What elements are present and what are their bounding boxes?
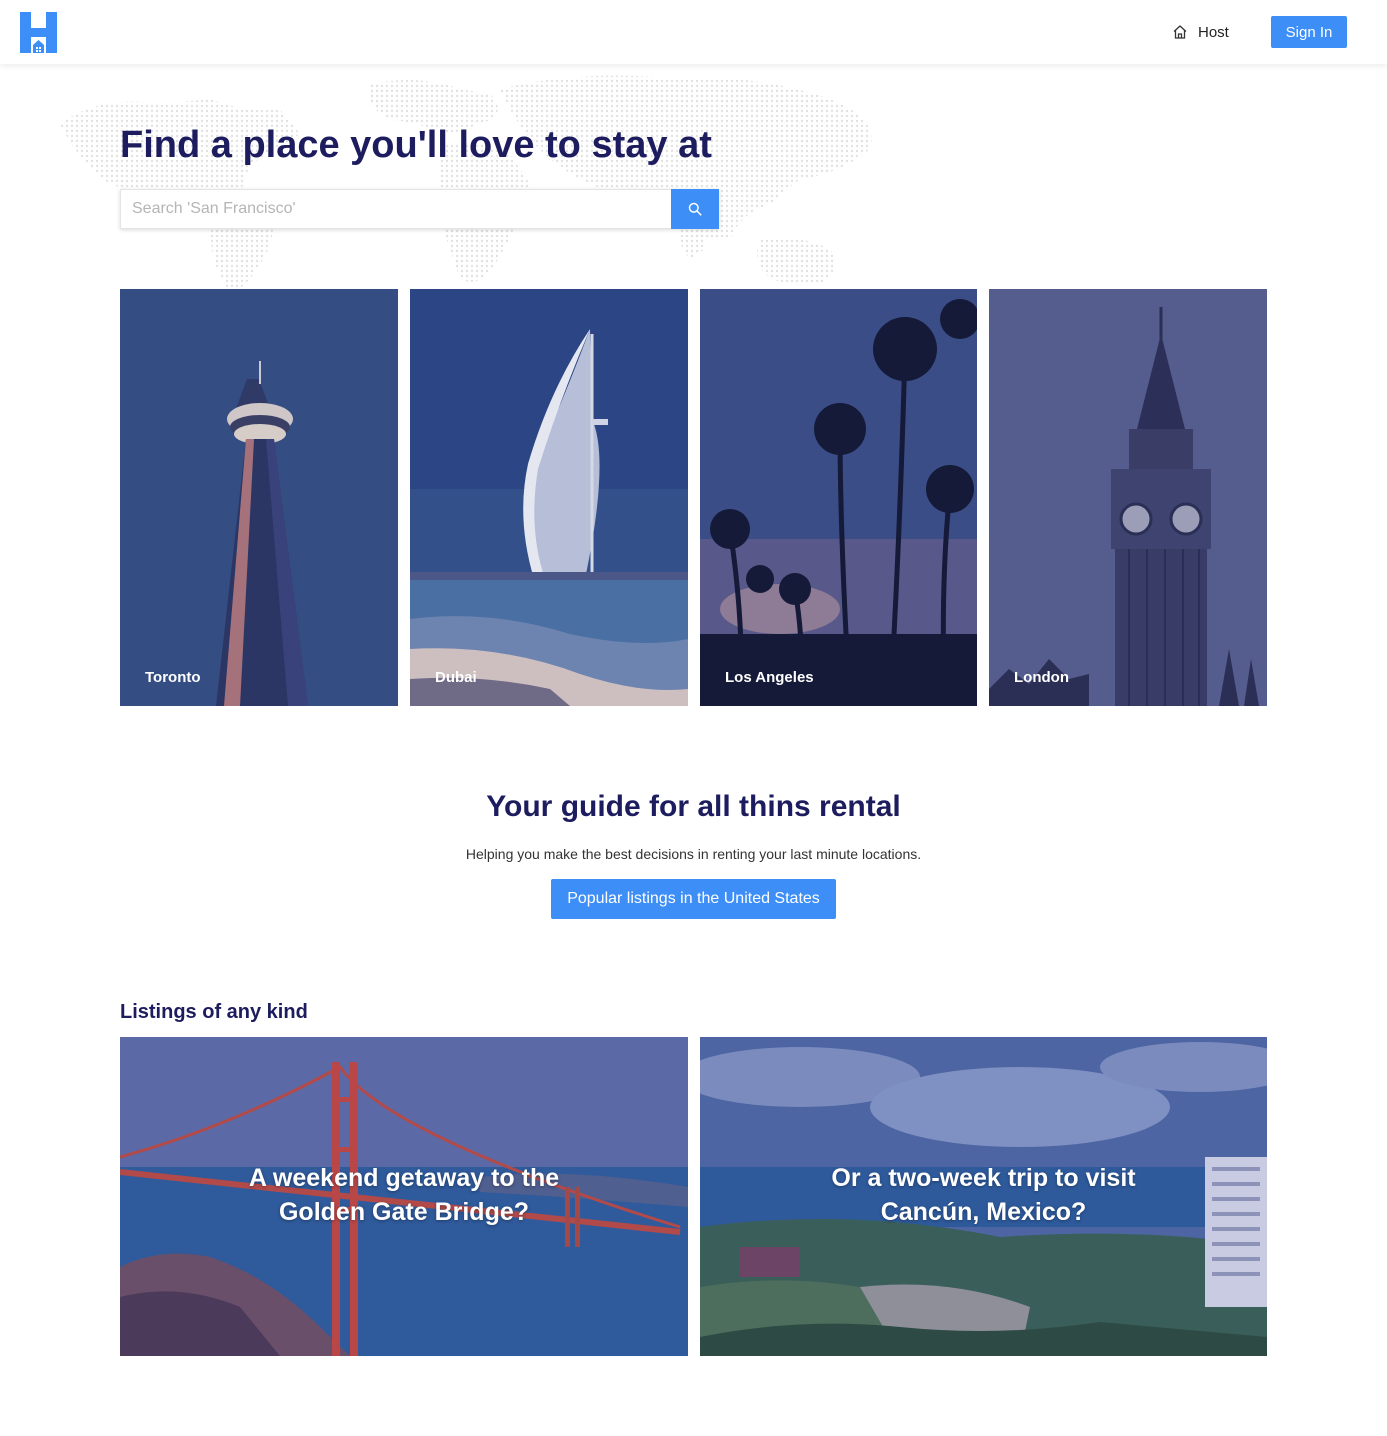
city-label: Dubai [435, 669, 477, 686]
search-bar [120, 189, 719, 229]
city-card-london[interactable]: London [989, 289, 1267, 706]
listing-caption-line: Cancún, Mexico? [880, 1198, 1087, 1226]
listing-card-cancun[interactable]: Or a two-week trip to visit Cancún, Mexi… [700, 1037, 1267, 1356]
london-image [989, 289, 1267, 706]
city-label: London [1014, 669, 1069, 686]
sign-in-button[interactable]: Sign In [1271, 16, 1347, 48]
top-nav: Host Sign In [0, 0, 1387, 64]
los-angeles-image [700, 289, 977, 706]
guide-title: Your guide for all thins rental [486, 790, 901, 823]
host-label: Host [1198, 23, 1229, 41]
city-label: Los Angeles [725, 669, 814, 686]
home-icon [1173, 25, 1187, 39]
guide-subtitle: Helping you make the best decisions in r… [465, 846, 922, 862]
logo-icon[interactable] [20, 12, 57, 53]
dubai-image [410, 289, 688, 706]
listing-caption: Or a two-week trip to visit Cancún, Mexi… [700, 1161, 1267, 1229]
search-input[interactable] [120, 189, 671, 229]
listing-caption-line: A weekend getaway to the [248, 1164, 560, 1192]
search-icon [688, 202, 702, 216]
toronto-image [120, 289, 398, 706]
listing-caption: A weekend getaway to the Golden Gate Bri… [120, 1161, 688, 1229]
city-card-toronto[interactable]: Toronto [120, 289, 398, 706]
city-card-dubai[interactable]: Dubai [410, 289, 688, 706]
world-map-background [60, 75, 872, 294]
listing-card-golden-gate[interactable]: A weekend getaway to the Golden Gate Bri… [120, 1037, 688, 1356]
hero-title: Find a place you'll love to stay at [120, 124, 712, 166]
city-card-los-angeles[interactable]: Los Angeles [700, 289, 978, 706]
listing-caption-line: Golden Gate Bridge? [278, 1198, 530, 1226]
listings-title: Listings of any kind [120, 1001, 308, 1023]
city-label: Toronto [145, 669, 201, 686]
listing-caption-line: Or a two-week trip to visit [831, 1164, 1136, 1192]
popular-listings-button[interactable]: Popular listings in the United States [551, 879, 836, 919]
host-link[interactable]: Host [1172, 20, 1229, 44]
search-button[interactable] [671, 189, 719, 229]
